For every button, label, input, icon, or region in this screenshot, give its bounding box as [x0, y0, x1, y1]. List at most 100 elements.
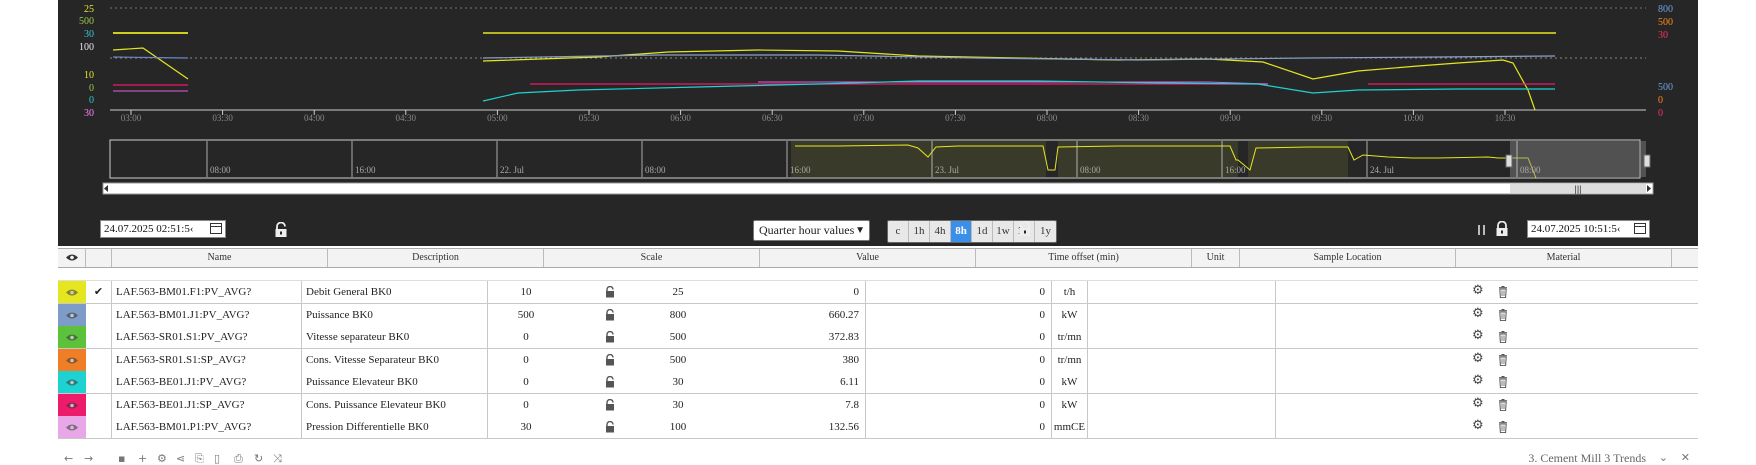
end-date-input[interactable]: 24.07.2025 10:51:5‹: [1527, 220, 1650, 238]
scale-min[interactable]: 0: [496, 349, 556, 371]
series-color-toggle[interactable]: [58, 371, 86, 393]
table-row[interactable]: LAF.563-BE01.J1:SP_AVG? Cons. Puissance E…: [58, 393, 1698, 417]
sample-location[interactable]: [1088, 281, 1276, 303]
material[interactable]: [1276, 371, 1464, 393]
scale-lock-icon[interactable]: [605, 308, 615, 321]
header-sample-location[interactable]: Sample Location: [1240, 249, 1456, 267]
sample-location[interactable]: [1088, 416, 1276, 438]
series-color-toggle[interactable]: [58, 348, 86, 371]
scale-lock-icon[interactable]: [605, 353, 615, 366]
series-selected-check[interactable]: [86, 348, 112, 371]
gear-icon[interactable]: ⚙: [1472, 418, 1484, 433]
header-unit[interactable]: Unit: [1192, 249, 1240, 267]
share-icon[interactable]: ⋖: [176, 452, 185, 465]
trend-chart[interactable]: 03:00 03:30 04:00 04:30 05:00 05:30 06:00 06:30…: [58, 0, 1698, 246]
material[interactable]: [1276, 349, 1464, 371]
forward-arrow-icon[interactable]: →: [84, 452, 93, 465]
sample-location[interactable]: [1088, 393, 1276, 416]
time-offset[interactable]: 0: [866, 371, 1052, 393]
series-selected-check[interactable]: [86, 416, 112, 438]
series-selected-check[interactable]: ✔: [86, 281, 112, 303]
range-button-1h[interactable]: 1h: [909, 221, 930, 242]
range-lock-icon[interactable]: [1018, 221, 1032, 237]
time-offset[interactable]: 0: [866, 281, 1052, 303]
material[interactable]: [1276, 394, 1464, 416]
scale-min[interactable]: 0: [496, 371, 556, 393]
range-button-1d[interactable]: 1d: [972, 221, 993, 242]
series-color-toggle[interactable]: [58, 393, 86, 416]
back-arrow-icon[interactable]: ←: [64, 452, 73, 465]
series-selected-check[interactable]: [86, 393, 112, 416]
series-color-toggle[interactable]: [58, 303, 86, 326]
range-button-c[interactable]: c: [888, 221, 909, 242]
scale-lock-icon[interactable]: [605, 420, 615, 433]
close-icon[interactable]: ✕: [1681, 451, 1690, 464]
document-icon[interactable]: ▯: [214, 452, 220, 465]
calendar-icon[interactable]: [210, 223, 222, 234]
header-material[interactable]: Material: [1456, 249, 1672, 267]
navigator-left-handle[interactable]: [1505, 154, 1513, 168]
material[interactable]: [1276, 304, 1464, 326]
header-value[interactable]: Value: [760, 249, 976, 267]
header-description[interactable]: Description: [328, 249, 544, 267]
series-color-toggle[interactable]: [58, 281, 86, 303]
time-offset[interactable]: 0: [866, 303, 1052, 326]
header-time-offset[interactable]: Time offset (min): [976, 249, 1192, 267]
table-row[interactable]: LAF.563-BM01.J1:PV_AVG? Puissance BK0 500 8…: [58, 303, 1698, 327]
gear-icon[interactable]: ⚙: [1472, 373, 1484, 388]
refresh-icon[interactable]: ↻: [254, 452, 263, 465]
trash-icon[interactable]: [1498, 421, 1508, 434]
table-row[interactable]: LAF.563-BE01.J1:PV_AVG? Puissance Elevate…: [58, 371, 1698, 394]
material[interactable]: [1276, 416, 1464, 438]
interval-select[interactable]: Quarter hour values ▼: [753, 220, 870, 241]
time-offset[interactable]: 0: [866, 326, 1052, 348]
table-row[interactable]: LAF.563-SR01.S1:PV_AVG? Vitesse separateu…: [58, 326, 1698, 349]
time-offset[interactable]: 0: [866, 348, 1052, 371]
series-color-toggle[interactable]: [58, 326, 86, 348]
navigator-right-handle[interactable]: [1643, 154, 1651, 168]
range-button-1y[interactable]: 1y: [1035, 221, 1056, 242]
range-button-8h[interactable]: 8h: [951, 221, 972, 242]
table-row[interactable]: LAF.563-BM01.P1:PV_AVG? Pression Differen…: [58, 416, 1698, 439]
chart-settings-icon[interactable]: ⤨: [273, 452, 282, 465]
gear-icon[interactable]: ⚙: [1472, 328, 1484, 343]
add-icon[interactable]: +: [138, 452, 147, 465]
scale-lock-icon[interactable]: [605, 375, 615, 388]
print-icon[interactable]: ⎙: [234, 452, 243, 465]
gear-icon[interactable]: ⚙: [1472, 306, 1484, 321]
series-color-toggle[interactable]: [58, 416, 86, 438]
chevron-down-icon[interactable]: ⌄: [1659, 451, 1668, 464]
header-scale[interactable]: Scale: [544, 249, 760, 267]
sample-location[interactable]: [1088, 348, 1276, 371]
material[interactable]: [1276, 281, 1464, 303]
series-selected-check[interactable]: [86, 371, 112, 393]
trash-icon[interactable]: [1498, 331, 1508, 344]
time-offset[interactable]: 0: [866, 393, 1052, 416]
trash-icon[interactable]: [1498, 308, 1508, 321]
trash-icon[interactable]: [1498, 286, 1508, 299]
scale-min[interactable]: 500: [496, 304, 556, 326]
filter-row[interactable]: [58, 268, 1698, 281]
time-offset[interactable]: 0: [866, 416, 1052, 438]
pause-icon[interactable]: [1478, 225, 1486, 235]
range-button-1w[interactable]: 1w: [993, 221, 1014, 242]
scale-lock-icon[interactable]: [605, 285, 615, 298]
scale-min[interactable]: 30: [496, 416, 556, 438]
trash-icon[interactable]: [1498, 398, 1508, 411]
scale-min[interactable]: 0: [496, 394, 556, 416]
trash-icon[interactable]: [1498, 376, 1508, 389]
export-icon[interactable]: ⎘: [195, 452, 204, 465]
sample-location[interactable]: [1088, 326, 1276, 348]
gear-icon[interactable]: ⚙: [1472, 351, 1484, 366]
navigator-scrollbar-track[interactable]: [102, 182, 1654, 195]
gear-icon[interactable]: ⚙: [157, 452, 167, 465]
table-row[interactable]: ✔ LAF.563-BM01.F1:PV_AVG? Debit General BK…: [58, 281, 1698, 304]
scale-min[interactable]: 10: [496, 281, 556, 303]
sample-location[interactable]: [1088, 371, 1276, 393]
scale-lock-icon[interactable]: [605, 398, 615, 411]
end-lock-icon[interactable]: [1495, 221, 1509, 237]
material[interactable]: [1276, 326, 1464, 348]
table-row[interactable]: LAF.563-SR01.S1:SP_AVG? Cons. Vitesse Sep…: [58, 348, 1698, 372]
save-icon[interactable]: ▪: [118, 452, 125, 465]
start-lock-icon[interactable]: [274, 222, 288, 238]
